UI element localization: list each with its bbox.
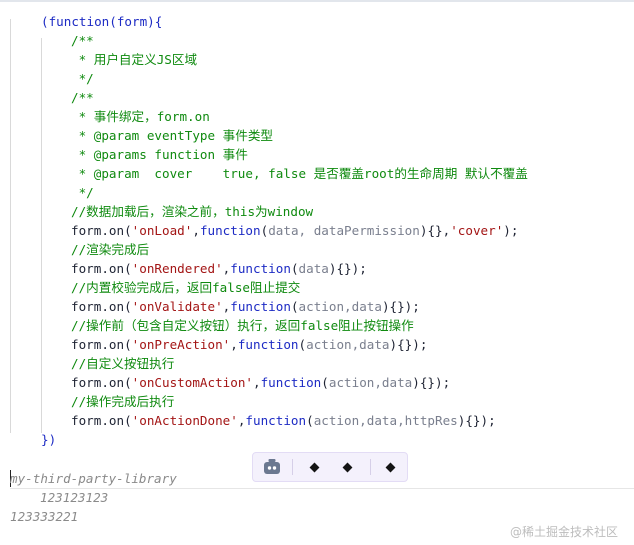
- toolbar-separator: [370, 459, 371, 475]
- format-button-1[interactable]: [299, 453, 329, 481]
- code-line[interactable]: //自定义按钮执行: [71, 354, 174, 373]
- code-token: (: [298, 337, 307, 352]
- code-token: 'onCustomAction': [131, 375, 253, 390]
- library-name-text[interactable]: my-third-party-library: [10, 470, 177, 488]
- code-token: (: [306, 413, 314, 428]
- code-token: ,: [192, 223, 200, 238]
- code-token: * 事件绑定，form.on: [71, 109, 210, 124]
- code-token: //操作前（包含自定义按钮）执行，返回false阻止按钮操作: [71, 318, 414, 333]
- code-token: //操作完成后执行: [71, 394, 175, 409]
- code-token: function: [245, 413, 307, 428]
- code-token: ){});: [381, 299, 420, 314]
- code-token: function: [237, 337, 299, 352]
- number-line-1[interactable]: 123123123: [40, 489, 108, 507]
- code-line[interactable]: * @params function 事件: [71, 145, 248, 164]
- code-token: form.on(: [71, 261, 132, 276]
- code-token: 'onRendered': [131, 261, 223, 276]
- code-line[interactable]: * 事件绑定，form.on: [71, 107, 210, 126]
- code-token: }): [41, 432, 57, 447]
- diamond-icon: [342, 462, 352, 472]
- indent-guide-inner: [41, 38, 42, 433]
- code-line[interactable]: */: [71, 183, 94, 202]
- code-token: form.on(: [71, 299, 132, 314]
- code-token: //渲染完成后: [71, 242, 150, 257]
- code-token: //自定义按钮执行: [71, 356, 175, 371]
- code-line[interactable]: /**: [71, 88, 94, 107]
- code-token: (: [321, 375, 329, 390]
- code-token: 'onLoad': [131, 223, 193, 238]
- code-token: (function(form){: [41, 14, 163, 29]
- code-line[interactable]: * @param eventType 事件类型: [71, 126, 273, 145]
- code-line[interactable]: form.on('onPreAction',function(action,da…: [71, 335, 427, 354]
- code-line[interactable]: //操作前（包含自定义按钮）执行，返回false阻止按钮操作: [71, 316, 414, 335]
- code-line[interactable]: * 用户自定义JS区域: [71, 50, 198, 69]
- code-token: action,data: [298, 299, 382, 314]
- code-token: (: [290, 299, 299, 314]
- code-line[interactable]: form.on('onCustomAction',function(action…: [71, 373, 450, 392]
- code-token: (: [290, 261, 299, 276]
- diamond-icon: [385, 462, 395, 472]
- code-line[interactable]: //数据加载后，渲染之前，this为window: [71, 202, 313, 221]
- code-line[interactable]: //内置校验完成后，返回false阻止提交: [71, 278, 300, 297]
- code-token: ,: [230, 337, 238, 352]
- code-token: 'onValidate': [131, 299, 223, 314]
- code-token: * @params function 事件: [71, 147, 248, 162]
- toolbar-separator: [292, 459, 293, 475]
- code-token: * 用户自定义JS区域: [71, 52, 198, 67]
- code-token: data, dataPermission: [268, 223, 420, 238]
- code-token: form.on(: [71, 337, 132, 352]
- code-token: * @param eventType 事件类型: [71, 128, 274, 143]
- code-token: action,data: [328, 375, 413, 390]
- code-token: function: [199, 223, 261, 238]
- code-line[interactable]: //操作完成后执行: [71, 392, 174, 411]
- code-token: 'cover': [450, 223, 504, 238]
- code-token: /**: [71, 33, 94, 48]
- code-token: * @param cover true, false 是否覆盖root的生命周期…: [71, 166, 528, 181]
- code-line[interactable]: //渲染完成后: [71, 240, 149, 259]
- code-line[interactable]: form.on('onRendered',function(data){});: [71, 259, 367, 278]
- code-token: ){},: [419, 223, 451, 238]
- format-button-3[interactable]: [375, 453, 405, 481]
- code-token: form.on(: [71, 413, 132, 428]
- code-line[interactable]: }): [41, 430, 56, 449]
- code-token: action,data,httpRes: [313, 413, 458, 428]
- code-editor[interactable]: (function(form){ /** * 用户自定义JS区域 */ /** * …: [0, 0, 634, 450]
- code-token: function: [230, 299, 291, 314]
- code-token: function: [230, 261, 291, 276]
- code-token: form.on(: [71, 223, 132, 238]
- code-line[interactable]: form.on('onLoad',function(data, dataPerm…: [71, 221, 518, 240]
- code-token: function: [260, 375, 322, 390]
- code-line[interactable]: */: [71, 69, 94, 88]
- format-button-2[interactable]: [332, 453, 362, 481]
- code-token: ){});: [457, 413, 496, 428]
- code-token: 'onPreAction': [131, 337, 231, 352]
- floating-toolbar: [252, 452, 408, 482]
- code-line[interactable]: form.on('onValidate',function(action,dat…: [71, 297, 420, 316]
- robot-button[interactable]: [257, 453, 287, 481]
- code-token: //数据加载后，渲染之前，this为window: [71, 204, 314, 219]
- code-token: /**: [71, 90, 94, 105]
- code-token: */: [71, 185, 94, 200]
- number-line-2[interactable]: 123333221: [10, 508, 78, 526]
- code-token: //内置校验完成后，返回false阻止提交: [71, 280, 301, 295]
- code-token: form.on(: [71, 375, 132, 390]
- code-token: */: [71, 71, 94, 86]
- robot-icon: [264, 459, 280, 474]
- code-token: action,data: [306, 337, 390, 352]
- code-token: ){});: [412, 375, 451, 390]
- code-token: ,: [253, 375, 261, 390]
- code-line[interactable]: /**: [71, 31, 94, 50]
- diamond-icon: [309, 462, 319, 472]
- code-line[interactable]: (function(form){: [41, 12, 162, 31]
- code-line[interactable]: * @param cover true, false 是否覆盖root的生命周期…: [71, 164, 528, 183]
- code-token: );: [503, 223, 519, 238]
- code-line[interactable]: form.on('onActionDone',function(action,d…: [71, 411, 496, 430]
- indent-guide-outer: [10, 19, 11, 433]
- code-token: 'onActionDone': [131, 413, 238, 428]
- code-token: ){});: [389, 337, 428, 352]
- code-token: data: [298, 261, 329, 276]
- watermark: @稀土掘金技术社区: [510, 525, 619, 539]
- code-token: ){});: [328, 261, 367, 276]
